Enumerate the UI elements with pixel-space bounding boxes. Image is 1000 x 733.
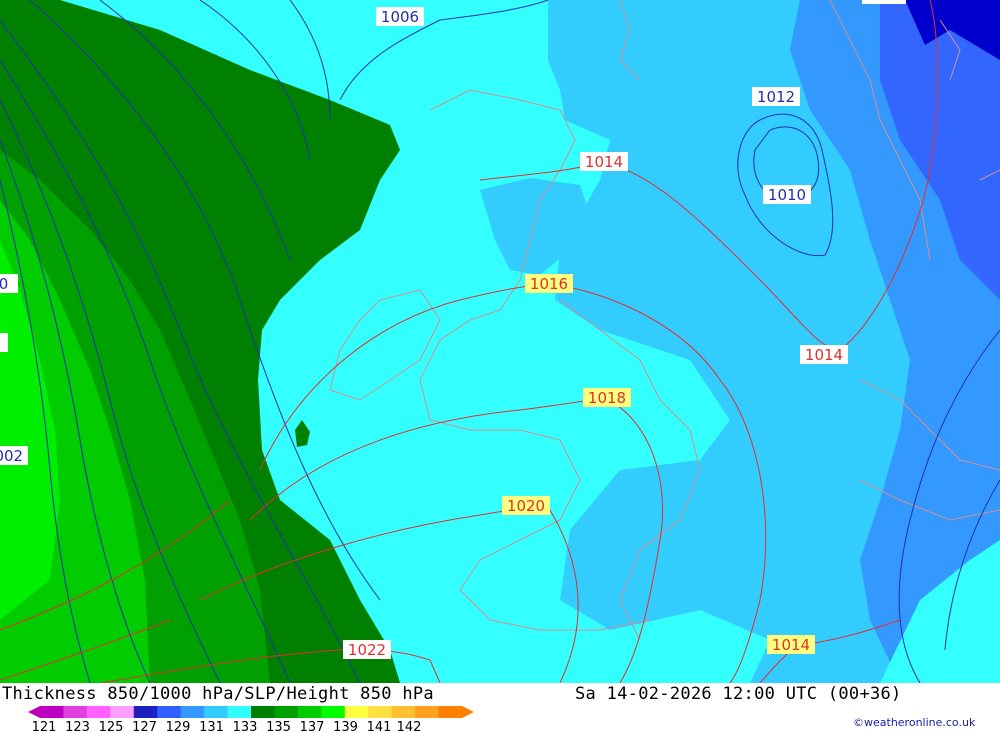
valid-time: Sa 14-02-2026 12:00 UTC (00+36)	[575, 684, 902, 704]
legend-tick-label: 137	[300, 720, 325, 733]
svg-text:1016: 1016	[530, 275, 568, 293]
legend-swatch	[180, 706, 205, 718]
map-footer: Thickness 850/1000 hPa/SLP/Height 850 hP…	[0, 683, 1000, 733]
thickness-legend: 121 123 125 127 129 131 133 135 137 139 141 142	[28, 706, 474, 733]
legend-tick-label: 139	[333, 720, 358, 733]
legend-tick-label: 131	[199, 720, 224, 733]
legend-tick-label: 142	[397, 720, 422, 733]
svg-text:1014: 1014	[585, 153, 623, 171]
legend-swatch	[204, 706, 229, 718]
partial-label-box	[862, 0, 906, 4]
legend-arrow-left	[28, 706, 40, 718]
svg-text:1002: 1002	[0, 447, 23, 465]
credit-link[interactable]: ©weatheronline.co.uk	[853, 716, 975, 729]
legend-swatch	[133, 706, 158, 718]
legend-swatch	[274, 706, 299, 718]
isobar-label-994: 994	[0, 333, 8, 352]
svg-text:1014: 1014	[772, 636, 810, 654]
isobar-label-1006: 1006	[376, 7, 424, 26]
legend-tick-labels: 121 123 125 127 129 131 133 135 137 139 141 142	[32, 720, 422, 733]
isobar-label-1012: 1012	[752, 87, 800, 106]
legend-swatch	[438, 706, 463, 718]
legend-swatch	[415, 706, 440, 718]
legend-swatch	[110, 706, 135, 718]
legend-swatch	[251, 706, 275, 718]
legend-swatch	[157, 706, 182, 718]
legend-swatch	[227, 706, 252, 718]
svg-text:1014: 1014	[805, 346, 843, 364]
legend-color-bar	[28, 706, 474, 718]
isobar-label-1020: 1020	[502, 496, 550, 515]
isobar-label-1016: 1016	[525, 274, 573, 293]
isobar-label-1022: 1022	[343, 640, 391, 659]
legend-tick-label: 125	[99, 720, 124, 733]
svg-text:1018: 1018	[588, 389, 626, 407]
isobar-label-990: 990	[0, 274, 18, 293]
legend-arrow-right	[462, 706, 474, 718]
legend-tick-label: 135	[266, 720, 291, 733]
isobar-label-1014-east: 1014	[800, 345, 848, 364]
isobar-label-1010: 1010	[763, 185, 811, 204]
map-caption: Thickness 850/1000 hPa/SLP/Height 850 hP…	[2, 684, 434, 704]
isobar-label-1018: 1018	[583, 388, 631, 407]
svg-text:1022: 1022	[348, 641, 386, 659]
legend-swatch	[321, 706, 346, 718]
isobar-label-1014-north: 1014	[580, 152, 628, 171]
legend-tick-label: 121	[32, 720, 57, 733]
legend-tick-label: 129	[166, 720, 191, 733]
map-canvas: 1014 1016 1018 1020 1022 1014 1014 1006 …	[0, 0, 1000, 683]
svg-text:1006: 1006	[381, 8, 419, 26]
legend-swatch	[297, 706, 322, 718]
isobar-label-1014-south: 1014	[767, 635, 815, 654]
legend-tick-label: 133	[233, 720, 258, 733]
weather-map: 1014 1016 1018 1020 1022 1014 1014 1006 …	[0, 0, 1000, 683]
legend-tick-label: 127	[132, 720, 157, 733]
svg-text:1010: 1010	[768, 186, 806, 204]
svg-text:990: 990	[0, 275, 8, 293]
isobar-label-1002: 1002	[0, 446, 28, 465]
legend-swatch	[368, 706, 393, 718]
legend-swatch	[391, 706, 416, 718]
svg-text:1020: 1020	[507, 497, 545, 515]
svg-text:1012: 1012	[757, 88, 795, 106]
legend-tick-label: 141	[367, 720, 392, 733]
legend-swatch	[63, 706, 88, 718]
legend-swatch	[344, 706, 369, 718]
legend-swatch	[40, 706, 64, 718]
legend-tick-label: 123	[65, 720, 90, 733]
legend-swatch	[86, 706, 111, 718]
